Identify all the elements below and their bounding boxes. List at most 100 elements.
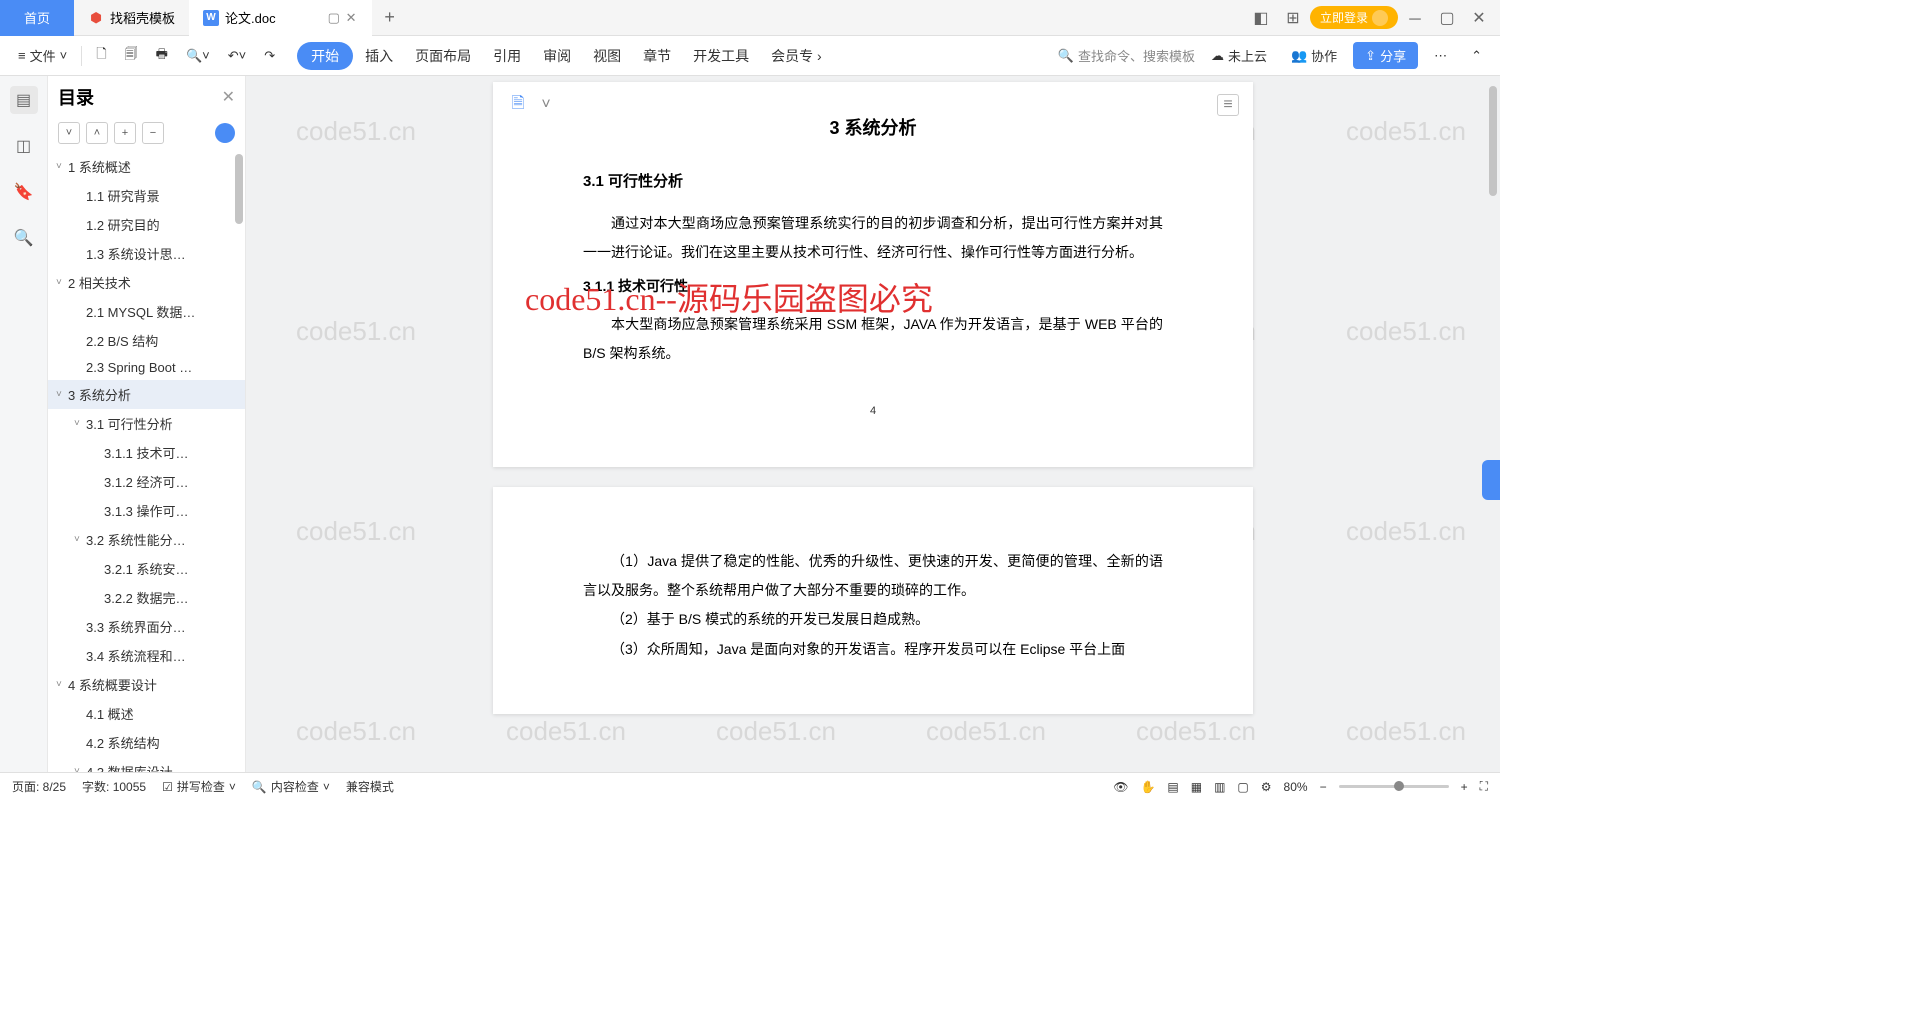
- outline-item[interactable]: 2.1 MYSQL 数据…: [48, 297, 245, 326]
- document-area[interactable]: code51.cn code51.cn code51.cn code51.cn …: [246, 76, 1500, 772]
- cloud-button[interactable]: ☁ 未上云: [1203, 42, 1275, 70]
- zoom-slider[interactable]: [1339, 785, 1449, 788]
- outline-item[interactable]: ˅1 系统概述: [48, 152, 245, 181]
- redo-button[interactable]: ↷: [256, 42, 283, 70]
- menu-member[interactable]: 会员专 ›: [761, 42, 832, 70]
- eye-icon[interactable]: 👁: [1113, 780, 1128, 794]
- outline-title: 目录: [58, 84, 94, 110]
- outline-tools: ˅ ˄ + −: [48, 118, 245, 152]
- outline-item[interactable]: ˅3.1 可行性分析: [48, 409, 245, 438]
- find-nav-button[interactable]: 🔍: [10, 224, 38, 252]
- zoom-out[interactable]: −: [1320, 780, 1327, 794]
- page-dropdown-icon[interactable]: ˅: [535, 94, 557, 116]
- menu-insert[interactable]: 插入: [355, 42, 403, 70]
- menu-reference[interactable]: 引用: [483, 42, 531, 70]
- add-outline-button[interactable]: +: [114, 122, 136, 144]
- watermark: code51.cn: [296, 316, 416, 347]
- save-button[interactable]: 🗋: [88, 42, 114, 70]
- outline-item[interactable]: ˅3 系统分析: [48, 380, 245, 409]
- bookmark-nav-button[interactable]: 🔖: [10, 178, 38, 206]
- watermark: code51.cn: [716, 716, 836, 747]
- coop-button[interactable]: 👥 协作: [1283, 42, 1345, 70]
- undo-button[interactable]: ↶˅: [220, 42, 254, 70]
- outline-close-button[interactable]: ✕: [222, 87, 235, 107]
- menu-review[interactable]: 审阅: [533, 42, 581, 70]
- menu-layout[interactable]: 页面布局: [405, 42, 481, 70]
- collapse-all-button[interactable]: ˅: [58, 122, 80, 144]
- tab-add[interactable]: +: [372, 0, 408, 36]
- minimize-button[interactable]: －: [1400, 4, 1430, 32]
- doc-scrollbar[interactable]: [1489, 86, 1497, 196]
- outline-list: ˅1 系统概述1.1 研究背景1.2 研究目的1.3 系统设计思…˅2 相关技术…: [48, 152, 245, 772]
- window-mode-icon[interactable]: ▢: [328, 10, 340, 26]
- fullscreen-icon[interactable]: ⛶: [1480, 779, 1488, 794]
- outline-item[interactable]: 3.1.2 经济可…: [48, 467, 245, 496]
- zoom-in[interactable]: +: [1461, 780, 1468, 794]
- outline-item[interactable]: ˅3.2 系统性能分…: [48, 525, 245, 554]
- outline-item[interactable]: 4.2 系统结构: [48, 728, 245, 757]
- settings-icon[interactable]: ⚙: [1261, 780, 1272, 794]
- outline-item[interactable]: 3.4 系统流程和…: [48, 641, 245, 670]
- expand-all-button[interactable]: ˄: [86, 122, 108, 144]
- outline-item[interactable]: 3.1.1 技术可…: [48, 438, 245, 467]
- outline-item[interactable]: 3.1.3 操作可…: [48, 496, 245, 525]
- outline-item[interactable]: 1.3 系统设计思…: [48, 239, 245, 268]
- view-read-icon[interactable]: ▢: [1237, 780, 1248, 794]
- close-button[interactable]: ✕: [1464, 4, 1494, 32]
- watermark-red: code51.cn--源码乐园盗图必究: [525, 274, 933, 320]
- zoom-value[interactable]: 80%: [1284, 780, 1308, 794]
- outline-item[interactable]: 3.2.2 数据完…: [48, 583, 245, 612]
- spellcheck-button[interactable]: ☑ 拼写检查 ˅: [162, 778, 236, 795]
- view-page-icon[interactable]: ▤: [1167, 780, 1178, 794]
- main: ▤ ◫ 🔖 🔍 目录 ✕ ˅ ˄ + − ˅1 系统概述1.1 研究背景1.2 …: [0, 76, 1500, 772]
- layout-icon[interactable]: ◧: [1246, 4, 1276, 32]
- saveas-button[interactable]: 🗐: [117, 42, 146, 70]
- page-doc-icon[interactable]: 🗎: [507, 94, 529, 116]
- outline-item[interactable]: 2.3 Spring Boot …: [48, 355, 245, 380]
- outline-item[interactable]: 3.3 系统界面分…: [48, 612, 245, 641]
- tab-home[interactable]: 首页: [0, 0, 74, 36]
- tab-template[interactable]: ⬢ 找稻壳模板: [74, 0, 189, 36]
- view-web-icon[interactable]: ▦: [1191, 780, 1202, 794]
- menu-view[interactable]: 视图: [583, 42, 631, 70]
- outline-item[interactable]: ˅2 相关技术: [48, 268, 245, 297]
- outline-item[interactable]: ˅4.3.数据库设计: [48, 757, 245, 772]
- print-button[interactable]: 🖶: [148, 42, 176, 70]
- close-icon[interactable]: ✕: [346, 10, 358, 26]
- view-outline-icon[interactable]: ▥: [1214, 780, 1225, 794]
- page-menu-button[interactable]: ≡: [1217, 94, 1239, 116]
- outline-item[interactable]: 1.1 研究背景: [48, 181, 245, 210]
- outline-badge-icon[interactable]: [215, 123, 235, 143]
- hand-icon[interactable]: ✋: [1140, 780, 1155, 794]
- menu-button[interactable]: ≡ 文件 ˅: [10, 42, 75, 70]
- login-button[interactable]: 立即登录: [1310, 6, 1398, 29]
- remove-outline-button[interactable]: −: [142, 122, 164, 144]
- word-count[interactable]: 字数: 10055: [82, 778, 146, 795]
- menu-devtools[interactable]: 开发工具: [683, 42, 759, 70]
- section-nav-button[interactable]: ◫: [10, 132, 38, 160]
- outline-item[interactable]: 4.1 概述: [48, 699, 245, 728]
- expand-button[interactable]: ⌃: [1463, 42, 1490, 70]
- grid-icon[interactable]: ⊞: [1278, 4, 1308, 32]
- outline-item[interactable]: ˅4 系统概要设计: [48, 670, 245, 699]
- outline-scrollbar[interactable]: [235, 154, 243, 224]
- menu-chapter[interactable]: 章节: [633, 42, 681, 70]
- menu-start[interactable]: 开始: [297, 42, 353, 70]
- preview-button[interactable]: 🔍˅: [178, 42, 218, 70]
- page: （1）Java 提供了稳定的性能、优秀的升级性、更快速的开发、更简便的管理、全新…: [493, 487, 1253, 715]
- search-input[interactable]: 🔍 查找命令、搜索模板: [1058, 46, 1195, 65]
- side-tab-button[interactable]: [1482, 460, 1500, 500]
- contentcheck-button[interactable]: 🔍 内容检查 ˅: [252, 778, 330, 795]
- tab-document[interactable]: W 论文.doc ▢ ✕: [189, 0, 372, 36]
- watermark: code51.cn: [296, 516, 416, 547]
- share-button[interactable]: ⇪ 分享: [1353, 42, 1418, 69]
- outline-item[interactable]: 1.2 研究目的: [48, 210, 245, 239]
- maximize-button[interactable]: ▢: [1432, 4, 1462, 32]
- compat-mode[interactable]: 兼容模式: [346, 778, 394, 795]
- outline-nav-button[interactable]: ▤: [10, 86, 38, 114]
- outline-item[interactable]: 2.2 B/S 结构: [48, 326, 245, 355]
- outline-item[interactable]: 3.2.1 系统安…: [48, 554, 245, 583]
- more-button[interactable]: ⋯: [1426, 42, 1455, 70]
- page-count[interactable]: 页面: 8/25: [12, 778, 66, 795]
- menubar: 开始 插入 页面布局 引用 审阅 视图 章节 开发工具 会员专 ›: [297, 42, 832, 70]
